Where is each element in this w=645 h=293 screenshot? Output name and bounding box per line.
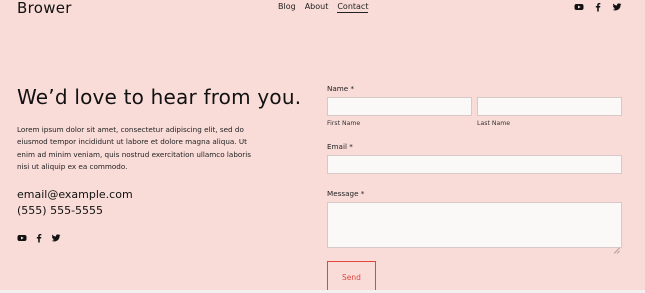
first-name-field[interactable] [327, 97, 472, 116]
first-name-label: First Name [327, 120, 361, 127]
nav-contact[interactable]: Contact [337, 2, 369, 13]
main-nav: Blog About Contact [278, 2, 369, 13]
email-label: Email * [327, 142, 353, 151]
email-field[interactable] [327, 155, 622, 174]
name-label: Name * [327, 84, 355, 93]
twitter-icon[interactable] [51, 233, 61, 243]
nav-about[interactable]: About [305, 2, 329, 13]
brand-logo[interactable]: Brower [17, 0, 72, 17]
facebook-icon[interactable] [34, 233, 44, 243]
header-social-links [574, 2, 622, 12]
facebook-icon[interactable] [593, 2, 603, 12]
page-headline: We’d love to hear from you. [17, 85, 302, 109]
last-name-field[interactable] [477, 97, 622, 116]
contact-email-link[interactable]: email@example.com [17, 188, 133, 201]
send-button[interactable]: Send [327, 261, 376, 293]
contact-phone: (555) 555-5555 [17, 204, 104, 217]
content-social-links [17, 233, 61, 243]
last-name-label: Last Name [477, 120, 511, 127]
youtube-icon[interactable] [574, 2, 584, 12]
resize-grip-icon[interactable] [613, 239, 620, 254]
youtube-icon[interactable] [17, 233, 27, 243]
intro-paragraph: Lorem ipsum dolor sit amet, consectetur … [17, 125, 251, 171]
message-label: Message * [327, 189, 365, 198]
twitter-icon[interactable] [612, 2, 622, 12]
nav-blog[interactable]: Blog [278, 2, 296, 13]
message-field[interactable] [327, 202, 622, 248]
